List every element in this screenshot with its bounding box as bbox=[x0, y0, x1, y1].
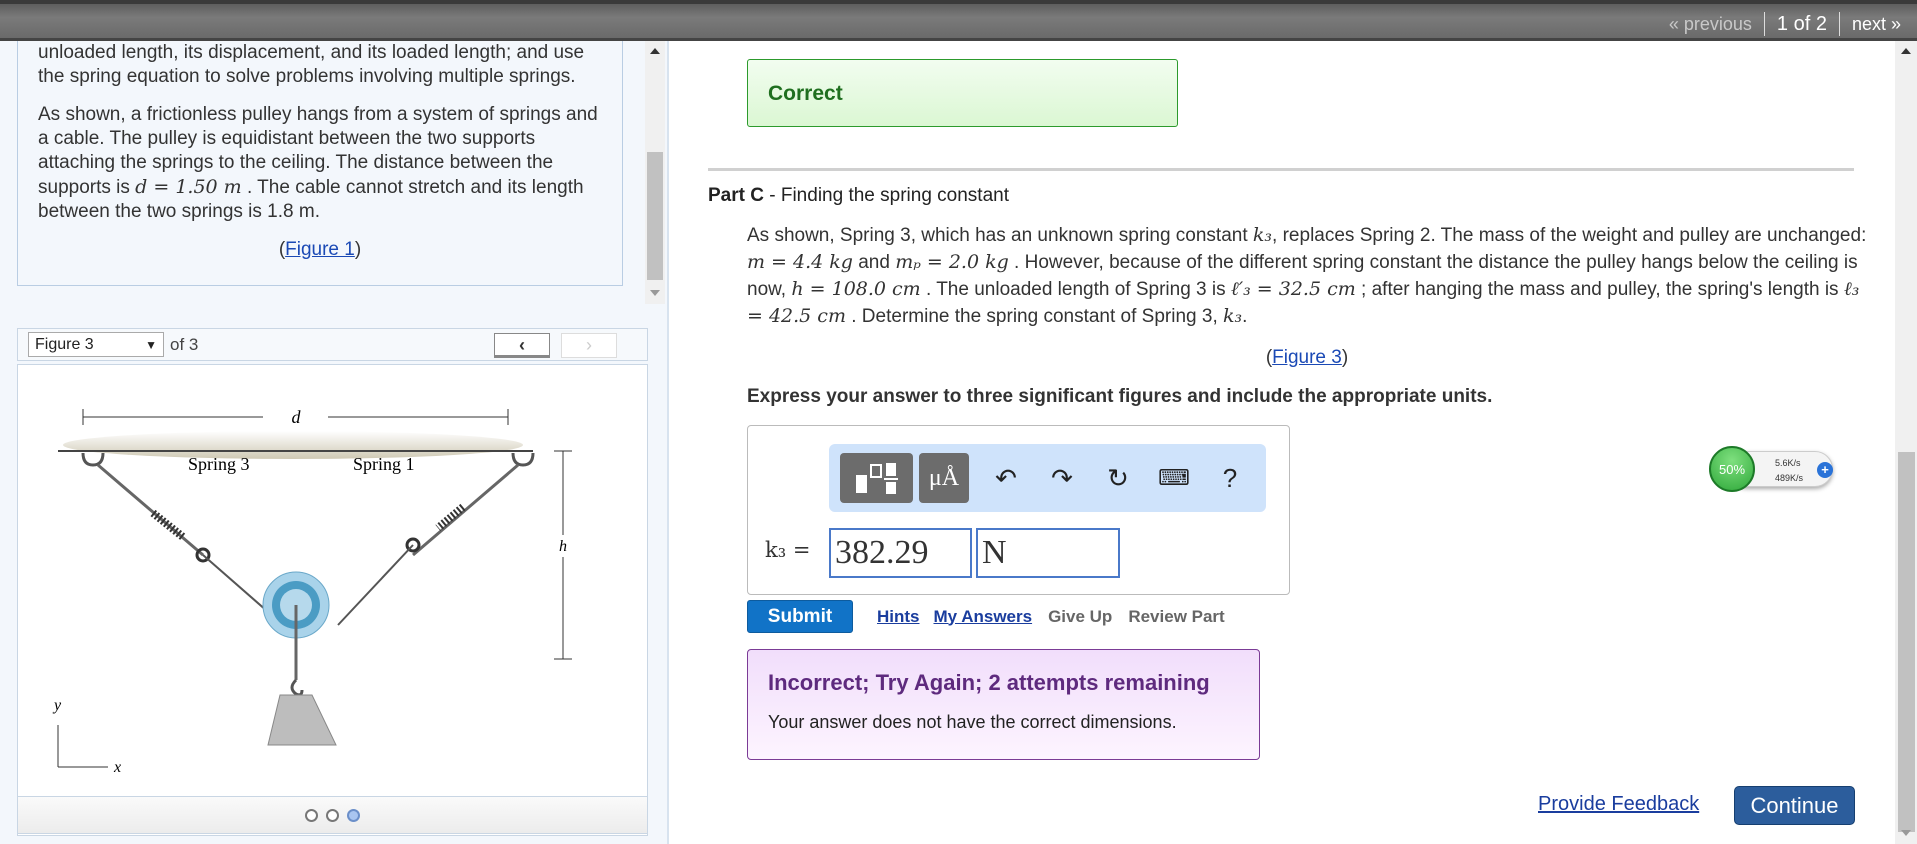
text: . Determine the spring constant of Sprin… bbox=[845, 306, 1223, 327]
incorrect-feedback: Incorrect; Try Again; 2 attempts remaini… bbox=[747, 649, 1260, 760]
problem-text: As shown, Spring 3, which has an unknown… bbox=[747, 222, 1867, 330]
upload-speed: 5.6K/s bbox=[1775, 458, 1801, 468]
text: As shown, Spring 3, which has an unknown… bbox=[747, 225, 1253, 246]
text: and bbox=[852, 252, 896, 273]
pulley-spring-diagram: d Spring 3 Spring 1 h y x bbox=[52, 407, 572, 776]
scroll-down-icon[interactable] bbox=[1901, 830, 1911, 836]
templates-button[interactable] bbox=[840, 453, 913, 503]
text: ; after hanging the mass and pulley, the… bbox=[1355, 279, 1844, 300]
answer-box: μÅ ↶ ↷ ↻ ⌨ ? k₃ = 382.29 N bbox=[747, 425, 1290, 595]
plus-icon[interactable]: + bbox=[1817, 462, 1833, 478]
page-dot[interactable] bbox=[326, 808, 339, 822]
text: . The unloaded length of Spring 3 is bbox=[920, 279, 1231, 300]
keyboard-icon[interactable]: ⌨ bbox=[1149, 465, 1199, 491]
figure-link-wrap: (Figure 1) bbox=[278, 239, 362, 260]
figure-select-value: Figure 3 bbox=[35, 335, 94, 353]
page-dot[interactable] bbox=[305, 808, 318, 822]
answer-actions: Submit Hints My Answers Give Up Review P… bbox=[747, 600, 1225, 633]
figure-1-link[interactable]: Figure 1 bbox=[285, 239, 355, 260]
figure-header: Figure 3 ▼ of 3 ‹ › bbox=[17, 328, 648, 361]
scroll-up-icon[interactable] bbox=[1901, 48, 1911, 54]
hints-link[interactable]: Hints bbox=[877, 607, 920, 627]
math: m = 4.4 kg bbox=[747, 251, 853, 273]
figure-3-link[interactable]: Figure 3 bbox=[1272, 347, 1342, 368]
part-title: Part C - Finding the spring constant bbox=[708, 185, 1009, 207]
figure-link-wrap: (Figure 3) bbox=[1265, 347, 1349, 368]
figure-count: of 3 bbox=[170, 334, 199, 354]
answer-label: k₃ = bbox=[765, 538, 811, 562]
ceiling bbox=[63, 431, 523, 459]
label-h: h bbox=[559, 538, 567, 555]
figure-pager-dots bbox=[17, 796, 648, 834]
network-speed-widget[interactable]: 50% 5.6K/s 489K/s + bbox=[1709, 446, 1834, 492]
continue-button[interactable]: Continue bbox=[1734, 786, 1855, 825]
math: mₚ = 2.0 kg bbox=[895, 251, 1009, 273]
weight bbox=[267, 694, 337, 746]
redo-icon[interactable]: ↷ bbox=[1037, 463, 1087, 494]
part-label: Part C bbox=[708, 185, 764, 206]
intro-text: unloaded length, its displacement, and i… bbox=[17, 41, 623, 286]
part-title-text: - Finding the spring constant bbox=[763, 185, 1009, 206]
previous-link[interactable]: « previous bbox=[1669, 14, 1752, 35]
label-d: d bbox=[292, 407, 302, 427]
pagination: « previous 1 of 2 next » bbox=[1669, 12, 1901, 36]
my-answers-link[interactable]: My Answers bbox=[934, 607, 1033, 627]
figure-select[interactable]: Figure 3 ▼ bbox=[28, 332, 164, 357]
math: h = 108.0 cm bbox=[791, 278, 921, 300]
previous-figure-button[interactable]: ‹ bbox=[494, 333, 550, 358]
math: k₃ bbox=[1223, 305, 1243, 327]
feedback-title: Incorrect; Try Again; 2 attempts remaini… bbox=[768, 670, 1210, 695]
give-up-link[interactable]: Give Up bbox=[1048, 607, 1112, 627]
dropdown-arrow-icon: ▼ bbox=[145, 337, 157, 352]
figure-image: d Spring 3 Spring 1 h y x bbox=[17, 364, 648, 836]
axis-label-y: y bbox=[52, 697, 62, 714]
submit-button[interactable]: Submit bbox=[747, 600, 853, 633]
scroll-thumb[interactable] bbox=[647, 152, 663, 280]
label-spring-1: Spring 1 bbox=[353, 454, 415, 474]
next-link[interactable]: next » bbox=[1852, 14, 1901, 35]
text: . bbox=[1242, 306, 1248, 327]
axis-label-x: x bbox=[113, 759, 121, 776]
instruction: Express your answer to three significant… bbox=[747, 386, 1493, 407]
answer-unit-input[interactable]: N bbox=[976, 528, 1120, 578]
text: , replaces Spring 2. The mass of the wei… bbox=[1272, 225, 1867, 246]
units-button[interactable]: μÅ bbox=[919, 453, 969, 503]
main-scrollbar[interactable] bbox=[1895, 41, 1917, 844]
intro-paragraph-2: As shown, a frictionless pulley hangs fr… bbox=[38, 103, 602, 224]
units-icon: μÅ bbox=[928, 464, 960, 491]
top-bar: « previous 1 of 2 next » bbox=[0, 0, 1917, 41]
help-icon[interactable]: ? bbox=[1205, 463, 1255, 494]
review-part-link[interactable]: Review Part bbox=[1128, 607, 1224, 627]
undo-icon[interactable]: ↶ bbox=[981, 463, 1031, 494]
scroll-down-icon[interactable] bbox=[650, 290, 660, 296]
reset-icon[interactable]: ↻ bbox=[1093, 463, 1143, 494]
download-speed: 489K/s bbox=[1775, 473, 1804, 483]
spring-3 bbox=[97, 463, 204, 557]
label-spring-3: Spring 3 bbox=[188, 454, 250, 474]
math-toolbar: μÅ ↶ ↷ ↻ ⌨ ? bbox=[829, 444, 1266, 512]
left-scrollbar[interactable] bbox=[645, 41, 665, 304]
next-figure-button[interactable]: › bbox=[561, 333, 617, 358]
provide-feedback-link[interactable]: Provide Feedback bbox=[1538, 793, 1699, 816]
main-panel: Correct Part C - Finding the spring cons… bbox=[669, 41, 1895, 844]
left-panel: unloaded length, its displacement, and i… bbox=[0, 41, 669, 844]
page-dot-active[interactable] bbox=[347, 808, 360, 822]
math: ℓ′₃ = 32.5 cm bbox=[1230, 278, 1356, 300]
math: k₃ bbox=[1252, 224, 1273, 246]
math-d: d = 1.50 m bbox=[135, 176, 242, 198]
intro-paragraph-1: unloaded length, its displacement, and i… bbox=[38, 42, 585, 87]
widget-percent: 50% bbox=[1709, 446, 1755, 492]
answer-value-input[interactable]: 382.29 bbox=[829, 528, 972, 578]
fraction-template-icon bbox=[855, 463, 898, 494]
divider bbox=[1838, 12, 1840, 36]
divider bbox=[708, 168, 1854, 171]
scroll-up-icon[interactable] bbox=[650, 48, 660, 54]
feedback-body: Your answer does not have the correct di… bbox=[768, 712, 1177, 732]
scroll-thumb[interactable] bbox=[1898, 452, 1915, 832]
page-position: 1 of 2 bbox=[1776, 12, 1827, 35]
correct-banner: Correct bbox=[747, 59, 1178, 127]
divider bbox=[1763, 12, 1765, 36]
